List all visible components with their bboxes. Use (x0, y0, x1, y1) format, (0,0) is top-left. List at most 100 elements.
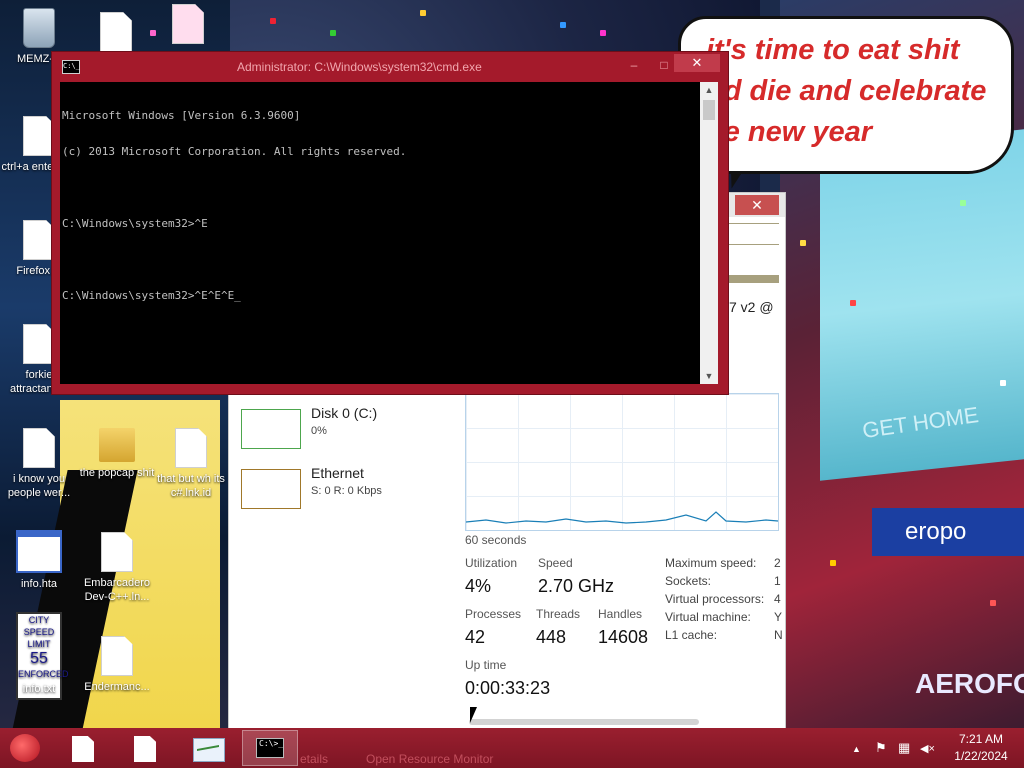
virtual-processors-label: Virtual processors: (665, 592, 765, 606)
file-icon (134, 736, 156, 762)
desktop-icon-file[interactable] (78, 12, 154, 56)
task-manager-separator (729, 275, 779, 283)
start-orb-icon[interactable] (10, 734, 40, 762)
folder-icon (99, 428, 135, 462)
max-speed-label: Maximum speed: (665, 556, 757, 570)
handles-label: Handles (598, 607, 643, 621)
l1-cache-label: L1 cache: (665, 628, 718, 642)
hta-icon (16, 530, 62, 573)
max-speed-value: 2 (774, 556, 781, 570)
utilization-value: 4% (465, 576, 492, 596)
confetti (420, 10, 426, 16)
confetti (600, 30, 606, 36)
desktop-icon-label: Endermanc... (84, 681, 150, 693)
desktop-icon-label: i know you people wer... (7, 473, 71, 499)
taskbar-button-performance[interactable] (180, 730, 236, 766)
file-icon (23, 116, 55, 156)
threads-label: Threads (536, 607, 581, 621)
ghost-details-link: etails (300, 752, 329, 766)
sockets-label: Sockets: (665, 574, 712, 588)
horizontal-scrollbar[interactable] (469, 719, 699, 725)
virtual-processors-value: 4 (774, 592, 781, 606)
task-manager-separator (729, 223, 779, 245)
resource-disk[interactable]: Disk 0 (C:) 0% (241, 403, 431, 455)
threads-value: 448 (536, 627, 567, 647)
confetti (800, 240, 806, 246)
vertical-scrollbar[interactable]: ▲ ▼ (700, 82, 718, 384)
desktop-icon-that-but[interactable]: that but wh its c#.lnk.id (156, 428, 226, 500)
processes-value: 42 (465, 627, 486, 647)
cmd-window[interactable]: C:\_ Administrator: C:\Windows\system32\… (52, 52, 728, 394)
console-line: Microsoft Windows [Version 6.3.9600] (62, 109, 301, 122)
desktop-icon-i-know-you[interactable]: i know you people wer... (0, 428, 78, 500)
desktop-icon-label: that but wh its c#.lnk.id (157, 473, 225, 499)
ghost-resource-monitor-link: Open Resource Monitor (366, 752, 494, 766)
console-icon: C:\>_ (256, 738, 284, 758)
maximize-button[interactable]: □ (652, 58, 676, 72)
confetti (830, 560, 836, 566)
virtual-machine-value: Y (774, 610, 783, 624)
desktop-icon-info-hta[interactable]: info.hta (0, 530, 78, 591)
speech-line-3: he new year (706, 116, 873, 148)
action-center-flag-icon[interactable]: ⚑ (875, 740, 887, 756)
task-manager-close-button[interactable]: ✕ (735, 195, 779, 215)
mouse-cursor-icon (470, 707, 477, 723)
desktop-icon-file[interactable] (158, 4, 218, 48)
taskbar-button-file-2[interactable] (118, 730, 174, 766)
confetti (850, 300, 856, 306)
minimize-button[interactable]: – (622, 58, 646, 72)
file-icon (23, 324, 55, 364)
speech-line-2: nd die and celebrate (706, 75, 987, 107)
l1-cache-value: N (774, 628, 783, 642)
utilization-label: Utilization (465, 556, 518, 570)
taskbar: C:\>_ (0, 728, 1024, 768)
show-hidden-icons-chevron-icon[interactable]: ▲ (852, 744, 861, 754)
speed-sign-line: CITY (28, 615, 50, 625)
handles-value: 14608 (598, 627, 649, 647)
scroll-up-icon[interactable]: ▲ (700, 82, 718, 98)
confetti (270, 18, 276, 24)
clock-time: 7:21 AM (958, 732, 1004, 746)
confetti (960, 200, 966, 206)
desktop-icon-embarcadero[interactable]: Embarcadero Dev-C++.ln... (78, 532, 156, 604)
desktop-icon-label: info.hta (20, 578, 58, 590)
desktop-icon-popcap-folder[interactable]: the popcap shit (78, 428, 156, 480)
resource-name: Disk 0 (C:) (311, 405, 378, 421)
resource-ethernet[interactable]: Ethernet S: 0 R: 0 Kbps (241, 463, 431, 515)
resource-sub: S: 0 R: 0 Kbps (311, 485, 382, 497)
taskbar-button-cmd[interactable]: C:\>_ (242, 730, 298, 766)
taskbar-button-file-1[interactable] (56, 730, 112, 766)
file-icon (100, 12, 132, 52)
uptime-value: 0:00:33:23 (465, 678, 551, 698)
desktop-icon-endermanch[interactable]: Endermanc... (78, 636, 156, 694)
resource-sub: 0% (311, 425, 327, 437)
scroll-down-icon[interactable]: ▼ (700, 368, 718, 384)
scroll-thumb[interactable] (703, 100, 715, 120)
wallpaper-billboard-text-3: AEROFOS (915, 668, 1024, 699)
cpu-name: 7 v2 @ (729, 299, 774, 315)
file-icon (101, 532, 133, 572)
system-clock[interactable]: 7:21 AM 1/22/2024 (946, 731, 1016, 765)
volume-muted-icon[interactable]: ◀× (920, 742, 935, 755)
confetti (330, 30, 336, 36)
console-line: (c) 2013 Microsoft Corporation. All righ… (62, 145, 407, 158)
console-line: C:\Windows\system32>^E (62, 217, 208, 230)
file-icon (72, 736, 94, 762)
file-icon (101, 636, 133, 676)
cpu-graph (465, 393, 779, 531)
sockets-value: 1 (774, 574, 781, 588)
performance-monitor-icon (193, 738, 225, 762)
desktop-icon-info-txt-label[interactable]: info.txt (0, 682, 78, 696)
virtual-machine-label: Virtual machine: (665, 610, 751, 624)
speed-sign-line: SPEED (23, 627, 55, 637)
console-output[interactable]: Microsoft Windows [Version 6.3.9600] (c)… (60, 82, 700, 384)
clock-date: 1/22/2024 (954, 749, 1008, 763)
speed-sign-line: 55 (30, 650, 48, 667)
network-icon[interactable]: ▦ (898, 740, 910, 756)
cmd-window-title: Administrator: C:\Windows\system32\cmd.e… (237, 60, 482, 74)
close-button[interactable]: ✕ (674, 54, 720, 72)
desktop-icon-label: the popcap shit (79, 467, 155, 479)
speech-line-1: it's time to eat shit (706, 34, 960, 66)
